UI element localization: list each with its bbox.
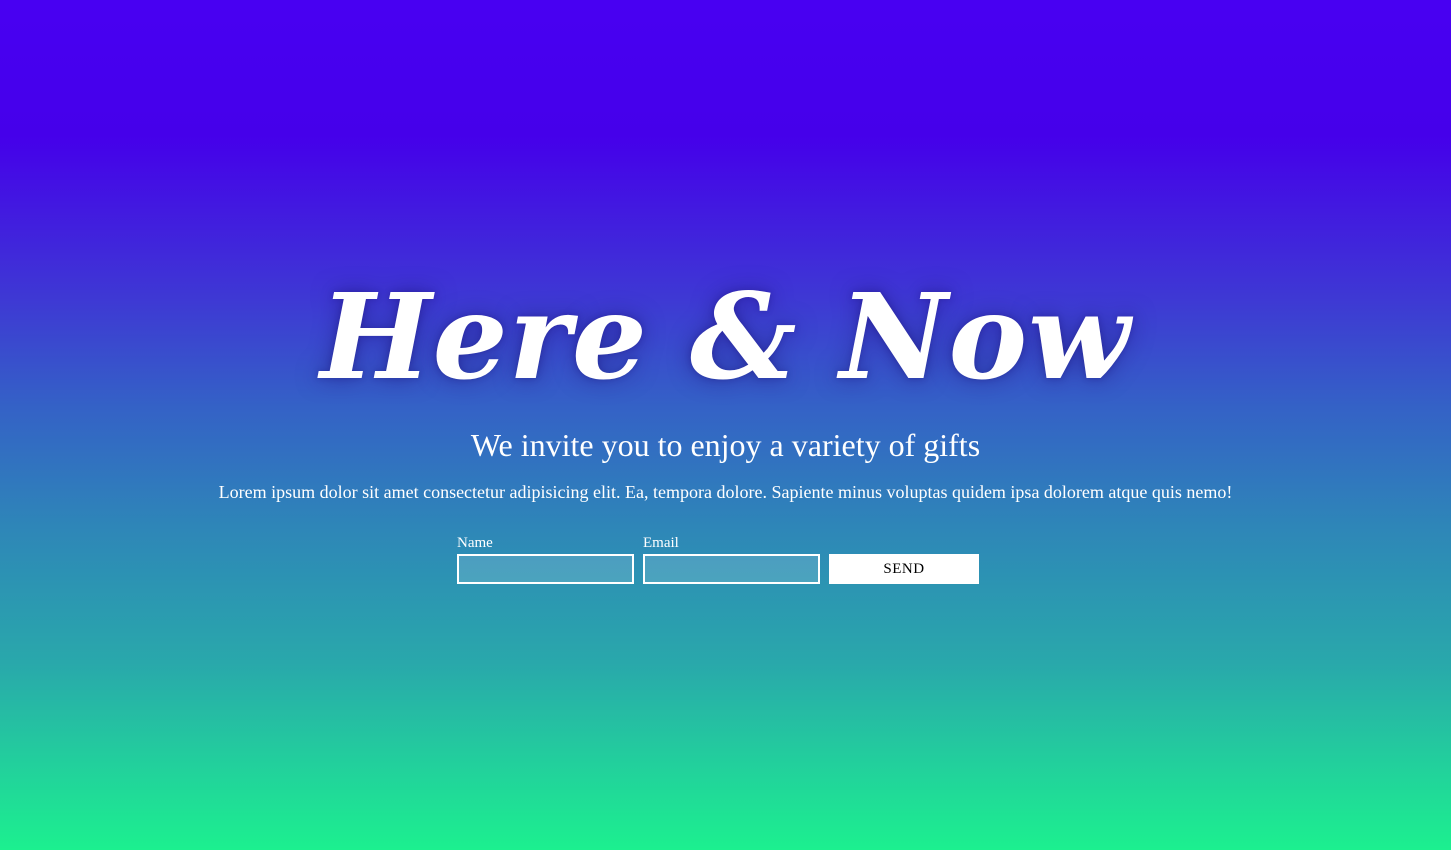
name-input[interactable] — [457, 554, 634, 584]
email-label: Email — [643, 535, 679, 551]
hero-description: Lorem ipsum dolor sit amet consectetur a… — [218, 482, 1233, 502]
email-field-group: Email — [643, 535, 820, 584]
send-button[interactable]: SEND — [829, 554, 979, 584]
hero-section: Here & Now We invite you to enjoy a vari… — [0, 0, 1451, 850]
page-title: Here & Now — [320, 267, 1131, 406]
name-field-group: Name — [457, 535, 634, 584]
email-input[interactable] — [643, 554, 820, 584]
name-label: Name — [457, 535, 493, 551]
signup-form: Name Email SEND — [457, 535, 987, 585]
hero-subtitle: We invite you to enjoy a variety of gift… — [470, 427, 981, 463]
